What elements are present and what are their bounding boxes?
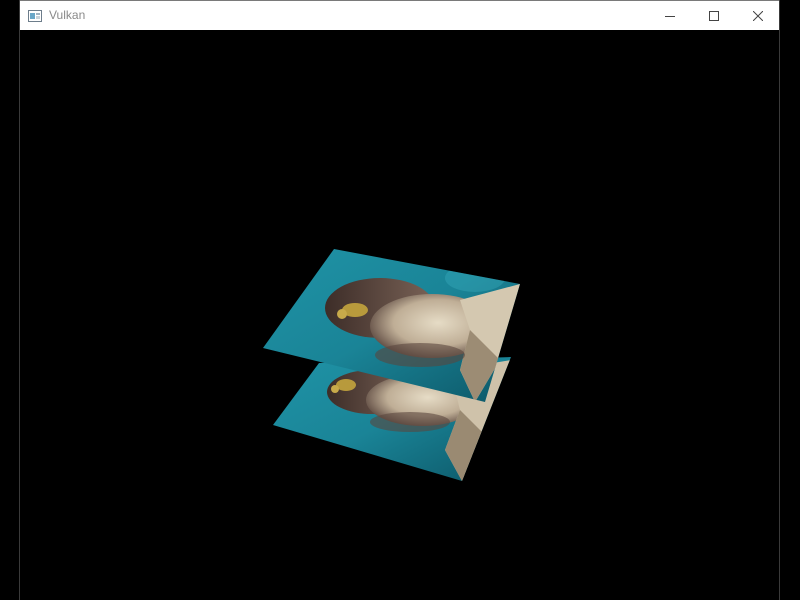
- render-viewport[interactable]: [20, 30, 779, 600]
- minimize-icon: [665, 11, 675, 21]
- window-title: Vulkan: [49, 8, 86, 22]
- rendered-scene: [263, 249, 520, 481]
- upper-textured-quad: [263, 249, 520, 402]
- maximize-icon: [709, 10, 719, 21]
- close-icon: [753, 10, 763, 21]
- minimize-button[interactable]: [648, 1, 692, 30]
- app-window-icon: [28, 9, 42, 22]
- close-button[interactable]: [736, 1, 780, 30]
- title-bar[interactable]: Vulkan: [20, 0, 779, 30]
- app-window: Vulkan: [19, 0, 780, 600]
- maximize-button[interactable]: [692, 1, 736, 30]
